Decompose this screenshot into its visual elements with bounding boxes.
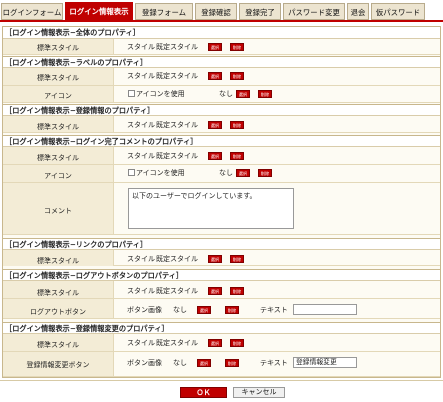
button-image-label: ボタン画像 bbox=[127, 306, 162, 314]
use-icon-label: アイコンを使用 bbox=[136, 169, 185, 177]
style-value: 既定スタイル bbox=[156, 152, 198, 160]
label-std-style: 標準スタイル bbox=[3, 43, 113, 53]
section-header-label: ［ログイン情報表示−ラベルのプロパティ］ bbox=[3, 56, 440, 68]
label-logout-button: ログアウトボタン bbox=[3, 307, 113, 317]
label-std-style: 標準スタイル bbox=[3, 288, 113, 298]
label-icon: アイコン bbox=[3, 171, 113, 181]
section-header-regchange: ［ログイン情報表示−登録情報変更のプロパティ］ bbox=[3, 322, 440, 334]
style-label: スタイル bbox=[127, 255, 155, 263]
label-std-style: 標準スタイル bbox=[3, 256, 113, 266]
delete-button[interactable]: 削除 bbox=[230, 121, 244, 129]
tab-login-info-display[interactable]: ログイン情報表示 bbox=[65, 2, 133, 21]
use-icon-label: アイコンを使用 bbox=[136, 90, 185, 98]
delete-button[interactable]: 削除 bbox=[225, 306, 239, 314]
select-button[interactable]: 選択 bbox=[236, 90, 250, 98]
text-label: テキスト bbox=[260, 359, 288, 367]
tab-registration-confirm[interactable]: 登録確認 bbox=[195, 3, 237, 20]
style-value: 既定スタイル bbox=[156, 339, 198, 347]
text-label: テキスト bbox=[260, 306, 288, 314]
style-value: 既定スタイル bbox=[156, 121, 198, 129]
icon-value: なし bbox=[219, 90, 233, 98]
style-label: スタイル bbox=[127, 152, 155, 160]
button-image-label: ボタン画像 bbox=[127, 359, 162, 367]
delete-button[interactable]: 削除 bbox=[230, 43, 244, 51]
use-icon-checkbox[interactable] bbox=[128, 90, 135, 97]
delete-button[interactable]: 削除 bbox=[258, 90, 272, 98]
style-value: 既定スタイル bbox=[156, 72, 198, 80]
tab-temp-password[interactable]: 仮パスワード bbox=[371, 3, 425, 20]
delete-button[interactable]: 削除 bbox=[258, 169, 272, 177]
section-header-whole: ［ログイン情報表示−全体のプロパティ］ bbox=[3, 27, 440, 39]
select-button[interactable]: 選択 bbox=[208, 339, 222, 347]
properties-panel: ［ログイン情報表示−全体のプロパティ］ 標準スタイル スタイル 既定スタイル 選… bbox=[2, 26, 441, 378]
label-std-style: 標準スタイル bbox=[3, 73, 113, 83]
regchange-text-input[interactable]: 登録情報変更 bbox=[293, 357, 357, 368]
style-value: 既定スタイル bbox=[156, 43, 198, 51]
icon-value: なし bbox=[219, 169, 233, 177]
label-std-style: 標準スタイル bbox=[3, 122, 113, 132]
select-button[interactable]: 選択 bbox=[208, 121, 222, 129]
section-header-complete-comment: ［ログイン情報表示−ログイン完了コメントのプロパティ］ bbox=[3, 135, 440, 147]
tab-bar: ログインフォーム ログイン情報表示 登録フォーム 登録確認 登録完了 パスワード… bbox=[0, 0, 443, 22]
style-value: 既定スタイル bbox=[156, 287, 198, 295]
select-button[interactable]: 選択 bbox=[208, 72, 222, 80]
delete-button[interactable]: 削除 bbox=[230, 72, 244, 80]
button-image-value: なし bbox=[173, 306, 187, 314]
delete-button[interactable]: 削除 bbox=[230, 287, 244, 295]
style-label: スタイル bbox=[127, 121, 155, 129]
style-value: 既定スタイル bbox=[156, 255, 198, 263]
select-button[interactable]: 選択 bbox=[197, 359, 211, 367]
delete-button[interactable]: 削除 bbox=[230, 339, 244, 347]
section-header-logout: ［ログイン情報表示−ログアウトボタンのプロパティ］ bbox=[3, 269, 440, 281]
label-std-style: 標準スタイル bbox=[3, 340, 113, 350]
cancel-button[interactable]: キャンセル bbox=[233, 387, 285, 398]
style-label: スタイル bbox=[127, 339, 155, 347]
dialog-footer: ＯＫ キャンセル bbox=[0, 380, 443, 402]
select-button[interactable]: 選択 bbox=[197, 306, 211, 314]
select-button[interactable]: 選択 bbox=[208, 152, 222, 160]
delete-button[interactable]: 削除 bbox=[230, 152, 244, 160]
logout-text-input[interactable] bbox=[293, 304, 357, 315]
tab-withdraw[interactable]: 退会 bbox=[347, 3, 369, 20]
ok-button[interactable]: ＯＫ bbox=[180, 387, 227, 398]
style-label: スタイル bbox=[127, 43, 155, 51]
comment-textarea[interactable]: 以下のユーザーでログインしています。 bbox=[128, 188, 294, 229]
select-button[interactable]: 選択 bbox=[208, 43, 222, 51]
label-comment: コメント bbox=[3, 206, 113, 216]
tab-login-form[interactable]: ログインフォーム bbox=[1, 3, 63, 20]
label-std-style: 標準スタイル bbox=[3, 153, 113, 163]
style-label: スタイル bbox=[127, 72, 155, 80]
section-header-link: ［ログイン情報表示−リンクのプロパティ］ bbox=[3, 238, 440, 250]
delete-button[interactable]: 削除 bbox=[225, 359, 239, 367]
delete-button[interactable]: 削除 bbox=[230, 255, 244, 263]
select-button[interactable]: 選択 bbox=[236, 169, 250, 177]
select-button[interactable]: 選択 bbox=[208, 287, 222, 295]
tab-password-change[interactable]: パスワード変更 bbox=[283, 3, 345, 20]
label-icon: アイコン bbox=[3, 91, 113, 101]
label-regchange-button: 登録情報変更ボタン bbox=[3, 360, 113, 370]
section-header-reginfo: ［ログイン情報表示−登録情報のプロパティ］ bbox=[3, 104, 440, 116]
tab-registration-form[interactable]: 登録フォーム bbox=[135, 3, 193, 20]
select-button[interactable]: 選択 bbox=[208, 255, 222, 263]
button-image-value: なし bbox=[173, 359, 187, 367]
style-label: スタイル bbox=[127, 287, 155, 295]
use-icon-checkbox[interactable] bbox=[128, 169, 135, 176]
tab-registration-complete[interactable]: 登録完了 bbox=[239, 3, 281, 20]
